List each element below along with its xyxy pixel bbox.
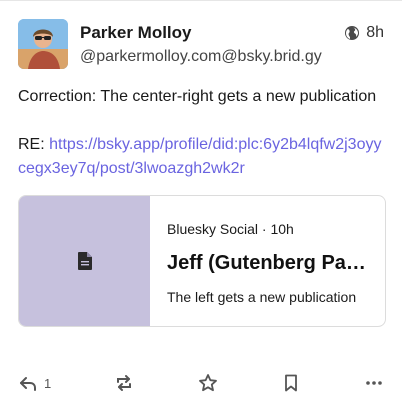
more-options-button[interactable]	[364, 373, 384, 393]
post-action-bar: 1	[18, 369, 384, 397]
post-card[interactable]: Parker Molloy @parkermolloy.com@bsky.bri…	[0, 0, 402, 418]
repost-icon	[117, 375, 132, 391]
link-card-source: Bluesky Social · 10h	[167, 221, 294, 237]
display-name[interactable]: Parker Molloy	[80, 21, 344, 45]
link-card-thumbnail	[19, 196, 150, 326]
quoted-post-link[interactable]: https://bsky.app/profile/did:plc:6y2b4lq…	[18, 136, 381, 177]
reply-button[interactable]: 1	[18, 373, 51, 393]
favorite-button[interactable]	[198, 373, 218, 393]
re-prefix: RE:	[18, 136, 50, 153]
star-icon	[198, 374, 217, 392]
post-header: Parker Molloy @parkermolloy.com@bsky.bri…	[18, 19, 384, 71]
post-meta: 8h	[344, 24, 384, 42]
bookmark-button[interactable]	[281, 373, 301, 393]
link-card-description: The left gets a new publication	[167, 289, 357, 305]
link-card-text: Bluesky Social · 10h Jeff (Gutenberg Par…	[150, 196, 385, 326]
link-card-title: Jeff (Gutenberg Parker)	[167, 252, 369, 274]
reply-icon	[20, 377, 36, 391]
author-block: Parker Molloy @parkermolloy.com@bsky.bri…	[80, 19, 344, 69]
post-quote-line: RE: https://bsky.app/profile/did:plc:6y2…	[18, 133, 384, 181]
more-dots-icon	[366, 381, 382, 385]
post-timestamp[interactable]: 8h	[366, 24, 384, 42]
avatar[interactable]	[18, 19, 68, 69]
author-handle[interactable]: @parkermolloy.com@bsky.brid.gy	[80, 45, 344, 69]
document-icon	[77, 252, 92, 270]
post-body: Correction: The center-right gets a new …	[18, 85, 384, 181]
avatar-image	[18, 19, 68, 69]
post-text: Correction: The center-right gets a new …	[18, 88, 377, 105]
globe-icon	[345, 26, 360, 40]
bookmark-icon	[284, 374, 297, 392]
link-preview-card[interactable]: Bluesky Social · 10h Jeff (Gutenberg Par…	[18, 195, 386, 327]
reply-count: 1	[44, 375, 52, 391]
boost-button[interactable]	[114, 373, 134, 393]
